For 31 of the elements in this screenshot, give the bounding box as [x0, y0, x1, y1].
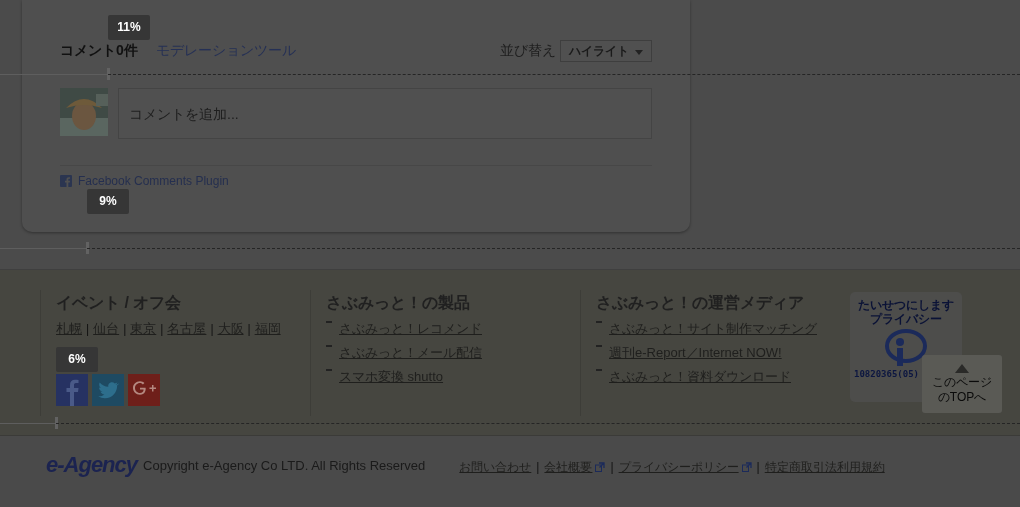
separator: |	[247, 322, 251, 336]
dash-icon	[326, 321, 332, 325]
separator: |	[210, 322, 214, 336]
caret-icon	[635, 50, 643, 55]
up-triangle-icon	[955, 363, 969, 373]
twitter-icon	[92, 374, 124, 406]
google-plus-icon	[128, 374, 160, 406]
dash-icon	[596, 321, 602, 325]
dash-icon	[326, 369, 332, 373]
separator: |	[86, 322, 90, 336]
facebook-icon	[56, 374, 88, 406]
external-link-icon	[741, 462, 752, 472]
privacy-mark-caption: たいせつにしますプライバシー	[857, 298, 955, 326]
separator: |	[536, 460, 540, 474]
scroll-percentage-badge: 6%	[56, 347, 98, 372]
facebook-icon	[60, 175, 72, 187]
separator: |	[756, 460, 760, 474]
separator: |	[123, 322, 127, 336]
separator: |	[160, 322, 164, 336]
dash-icon	[596, 369, 602, 373]
registration-number: 10820365(05)	[854, 369, 920, 379]
comment-count: コメント0件	[60, 42, 138, 60]
dash-icon	[326, 345, 332, 349]
separator: |	[610, 460, 614, 474]
marker-handle[interactable]	[55, 417, 58, 429]
external-link-icon	[595, 462, 606, 472]
back-to-top-button[interactable]: このページのTOPへ	[922, 355, 1002, 413]
scroll-percentage-badge: 11%	[108, 15, 150, 40]
privacy-mark-icon	[884, 328, 928, 366]
dash-icon	[596, 345, 602, 349]
scroll-percentage-badge: 9%	[87, 189, 129, 214]
